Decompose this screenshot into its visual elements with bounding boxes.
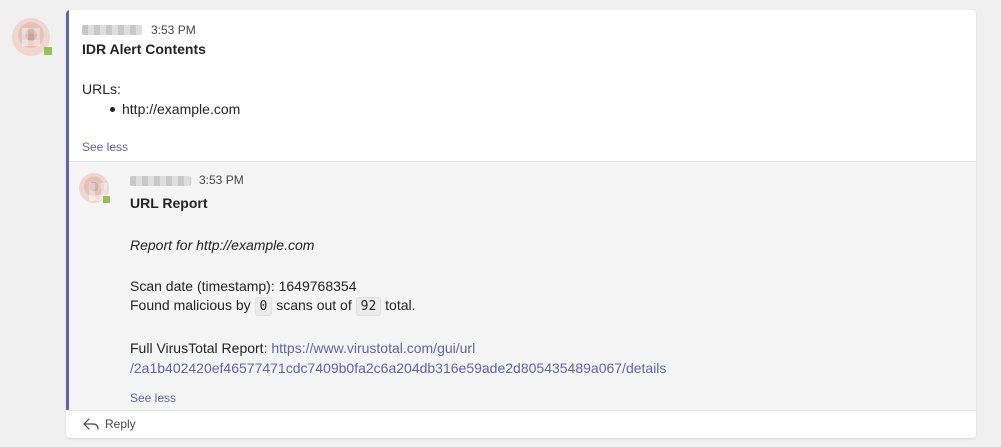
reply-bar: Reply — [69, 410, 976, 438]
full-report-link-continued: /2a1b402420ef46577471cdc7409b0fa2c6a204d… — [130, 360, 666, 376]
scan-date-text: Scan date (timestamp): 1649768354 — [130, 278, 357, 294]
presence-available-icon — [103, 196, 110, 203]
report-for-text: Report for http://example.com — [130, 237, 315, 253]
urls-label: URLs: — [82, 81, 121, 97]
see-less-link[interactable]: See less — [82, 140, 128, 154]
virustotal-report-link-continued[interactable]: /2a1b402420ef46577471cdc7409b0fa2c6a204d… — [130, 360, 666, 376]
found-prefix: Found malicious by — [130, 297, 251, 313]
found-middle: scans out of — [276, 297, 352, 313]
reply-button[interactable]: Reply — [83, 417, 136, 431]
message-timestamp: 3:53 PM — [151, 23, 196, 37]
reply-timestamp: 3:53 PM — [199, 173, 244, 187]
reply-sender-avatar[interactable] — [79, 173, 110, 203]
list-bullet — [110, 107, 115, 112]
malicious-summary: Found malicious by 0 scans out of 92 tot… — [130, 297, 416, 316]
url-list-item: http://example.com — [122, 101, 241, 117]
sender-name-redacted[interactable] — [82, 25, 142, 35]
total-count: 92 — [355, 297, 382, 316]
sender-avatar[interactable] — [12, 18, 52, 56]
reply-arrow-icon — [83, 418, 99, 430]
full-report-label: Full VirusTotal Report: — [130, 340, 268, 356]
full-report-line: Full VirusTotal Report: https://www.viru… — [130, 340, 475, 356]
reply-title: URL Report — [130, 195, 208, 211]
message-title: IDR Alert Contents — [82, 41, 206, 57]
found-suffix: total. — [385, 297, 416, 313]
reply-label: Reply — [105, 417, 136, 431]
reply-sender-name-redacted[interactable] — [130, 176, 191, 186]
virustotal-report-link[interactable]: https://www.virustotal.com/gui/url — [271, 340, 475, 356]
reply-see-less-link[interactable]: See less — [130, 391, 176, 405]
malicious-count: 0 — [254, 297, 273, 316]
reply-message: 3:53 PM URL Report Report for http://exa… — [69, 161, 976, 411]
presence-available-icon — [44, 47, 52, 55]
message-card: 3:53 PM IDR Alert Contents URLs: http://… — [66, 10, 976, 438]
